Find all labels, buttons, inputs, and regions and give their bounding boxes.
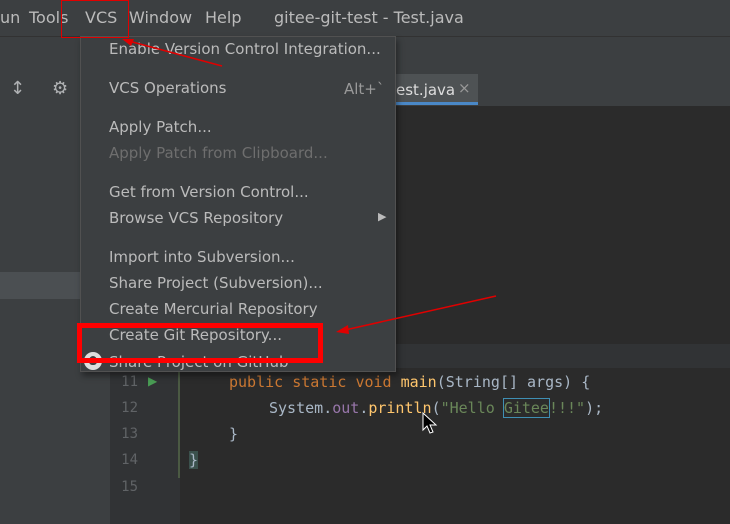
annotation-arrows [122,39,497,334]
mouse-cursor-icon [422,412,438,434]
